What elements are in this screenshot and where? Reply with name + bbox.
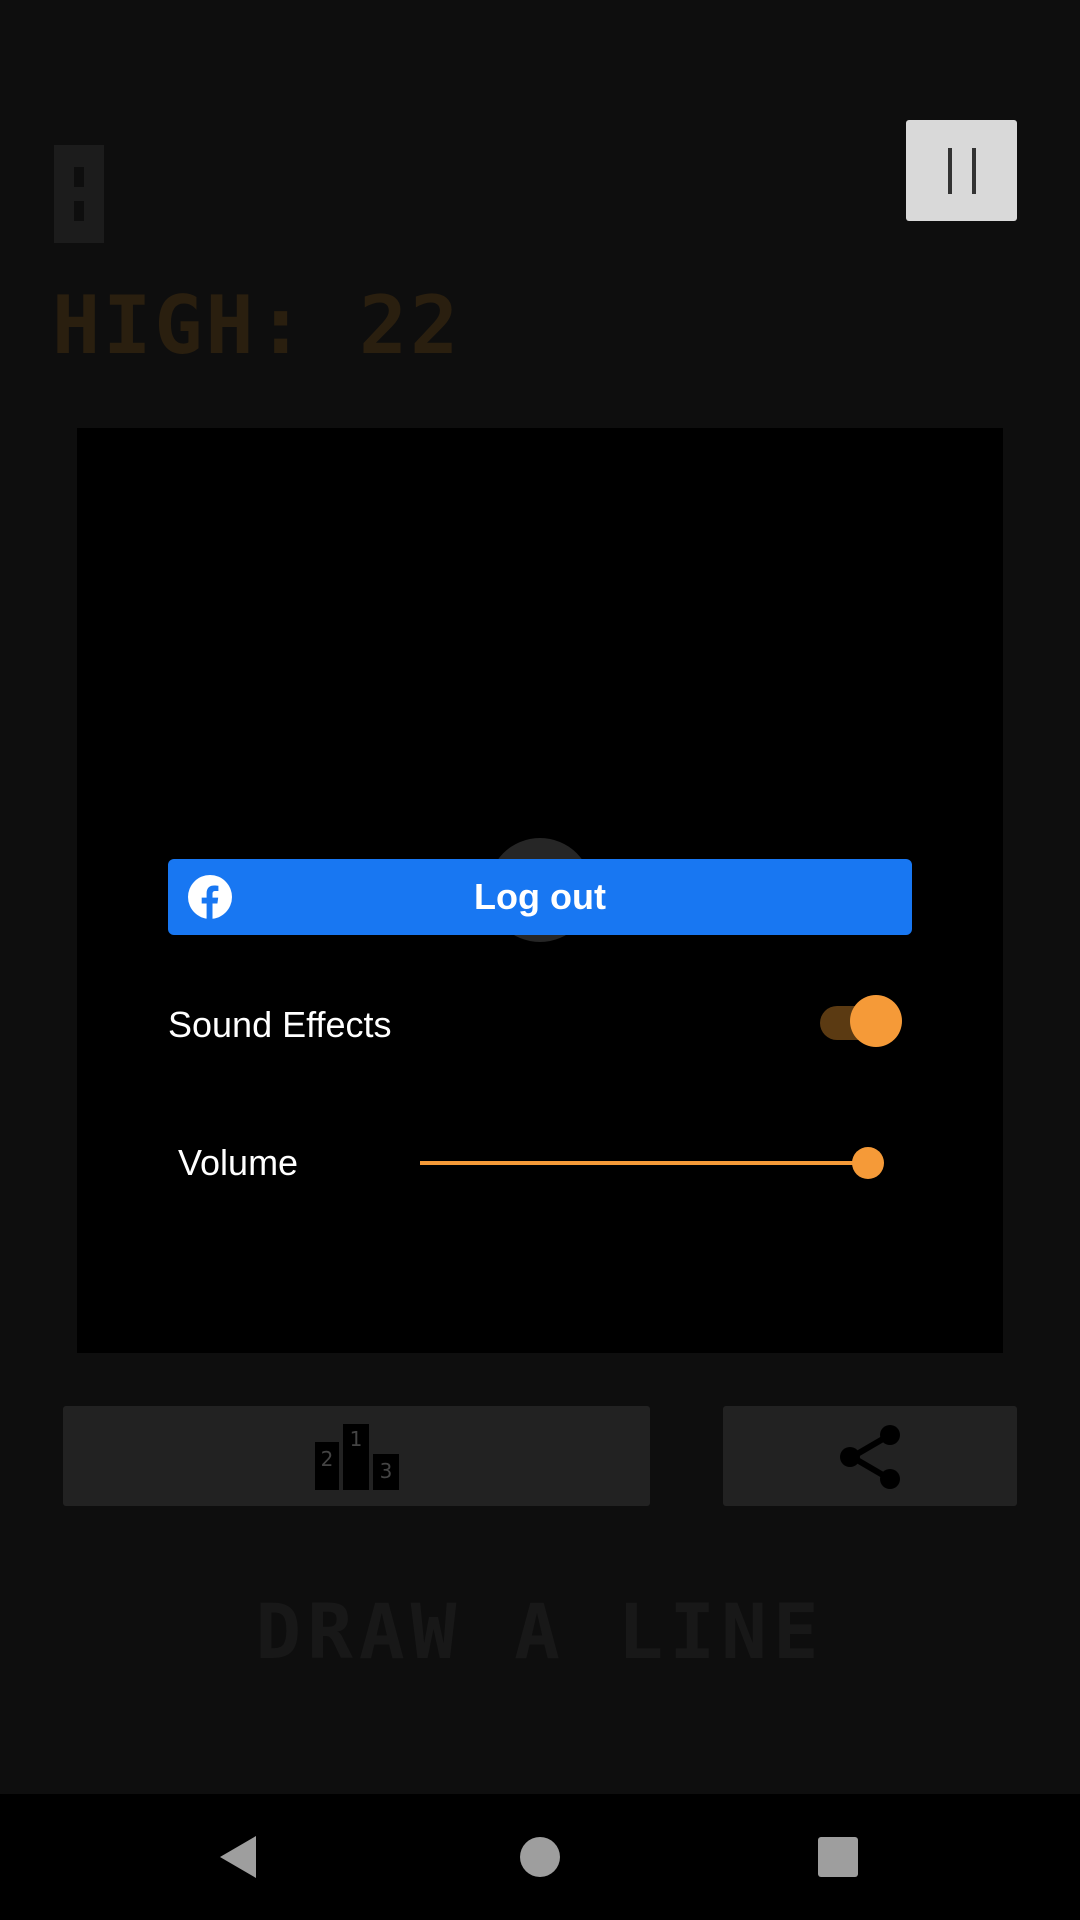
facebook-button-label: Log out xyxy=(474,876,606,917)
current-score-display xyxy=(54,145,104,243)
sound-effects-toggle[interactable] xyxy=(818,995,904,1047)
high-score-label: HIGH: 22 xyxy=(52,279,462,372)
system-navigation-bar xyxy=(0,1794,1080,1920)
slider-fill xyxy=(420,1161,868,1165)
svg-text:1: 1 xyxy=(350,1427,363,1451)
volume-slider[interactable] xyxy=(420,1147,884,1179)
share-button[interactable] xyxy=(723,1406,1017,1506)
score-digit-part xyxy=(74,167,84,187)
home-icon[interactable] xyxy=(520,1837,560,1877)
volume-label: Volume xyxy=(178,1142,299,1183)
slider-thumb[interactable] xyxy=(852,1147,884,1179)
leaderboard-button[interactable]: 2 1 3 xyxy=(63,1406,650,1506)
game-screen: HIGH: 22 Log out Sound Effects Volume 2 … xyxy=(0,0,1080,1920)
game-title: DRAW A LINE xyxy=(255,1587,825,1676)
svg-text:2: 2 xyxy=(321,1447,334,1471)
facebook-logout-button[interactable]: Log out xyxy=(168,859,912,935)
podium-icon: 2 1 3 xyxy=(315,1424,399,1490)
toggle-thumb xyxy=(850,995,902,1047)
share-icon xyxy=(840,1425,900,1489)
pause-icon xyxy=(971,147,976,194)
pause-button[interactable] xyxy=(906,120,1017,221)
score-digit-part xyxy=(74,201,84,221)
svg-text:3: 3 xyxy=(380,1459,393,1483)
sound-effects-label: Sound Effects xyxy=(168,1004,392,1045)
recents-icon[interactable] xyxy=(818,1837,858,1877)
back-icon[interactable] xyxy=(216,1834,262,1880)
pause-icon xyxy=(947,147,952,194)
